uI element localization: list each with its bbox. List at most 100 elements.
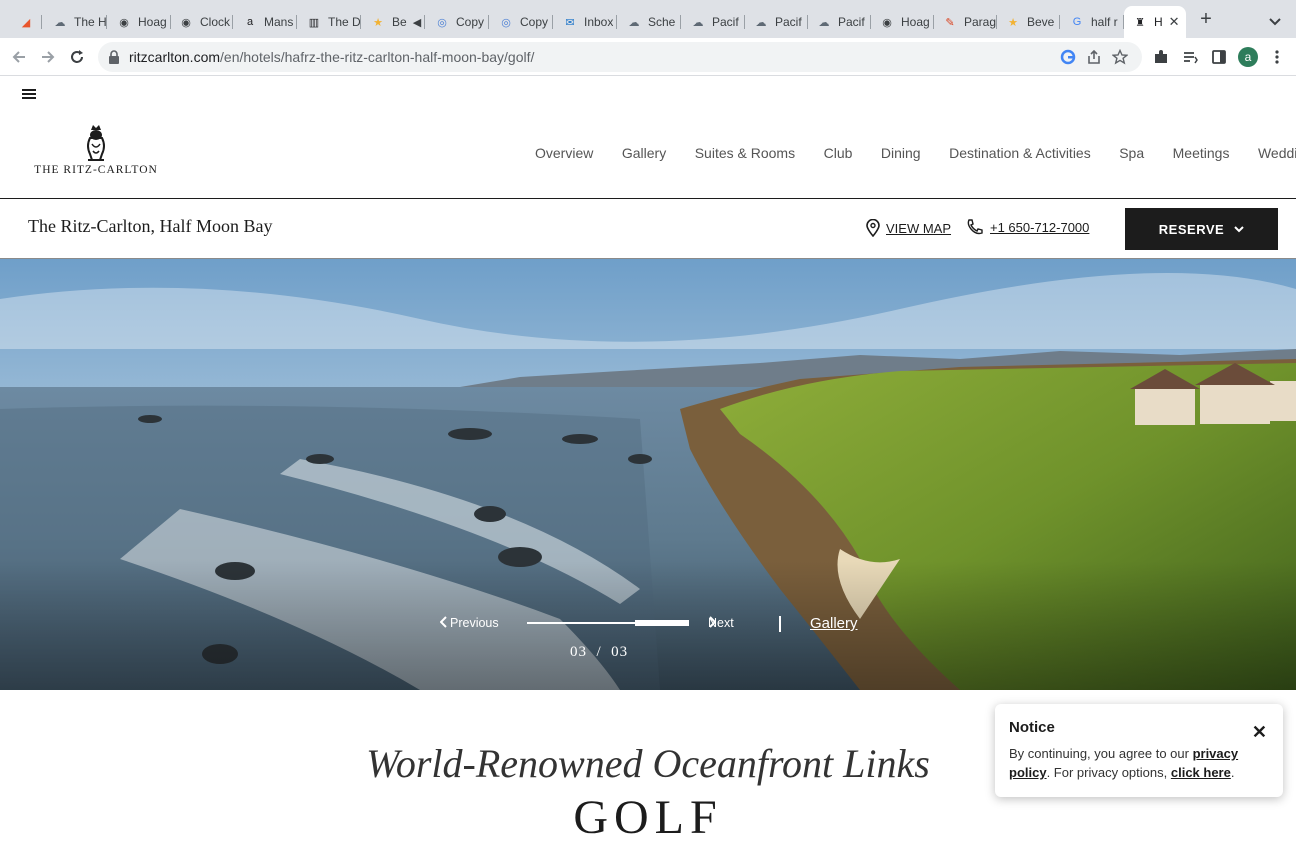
cloud-icon: ☁ (54, 16, 66, 29)
phone-link[interactable]: +1 650-712-7000 (966, 219, 1089, 235)
map-pin-icon (866, 219, 880, 237)
nav-item[interactable]: Weddings (1258, 145, 1296, 161)
nav-item[interactable]: Gallery (622, 145, 666, 161)
hamburger-menu-icon[interactable] (22, 89, 36, 101)
globe-icon: ◉ (119, 16, 129, 29)
carousel-divider (779, 616, 781, 632)
browser-tab[interactable]: ☁ Pacif (808, 6, 871, 38)
back-icon[interactable] (9, 47, 29, 67)
tab-search-icon[interactable] (1266, 12, 1284, 30)
globe-icon: ◉ (181, 16, 191, 29)
amazon-icon: a (246, 16, 254, 28)
hotel-name: The Ritz-Carlton, Half Moon Bay (28, 216, 273, 236)
nav-item[interactable]: Dining (881, 145, 921, 161)
browser-toolbar: ritzcarlton.com/en/hotels/hafrz-the-ritz… (0, 38, 1296, 76)
address-bar[interactable]: ritzcarlton.com/en/hotels/hafrz-the-ritz… (98, 42, 1142, 72)
browser-tab[interactable]: ◎ Copy (426, 6, 489, 38)
privacy-options-link[interactable]: click here (1171, 765, 1231, 780)
main-navigation: Overview Gallery Suites & Rooms Club Dining D… (535, 145, 1296, 161)
nav-item[interactable]: Suites & Rooms (695, 145, 795, 161)
tab-title: Mans (264, 15, 294, 29)
close-icon[interactable]: ✕ (1252, 722, 1267, 743)
notice-text-prefix: By continuing, you agree to our (1009, 746, 1193, 761)
chevron-right-icon (709, 616, 716, 628)
browser-tab[interactable]: ☁ The H (44, 6, 107, 38)
reserve-button[interactable]: RESERVE (1125, 208, 1278, 250)
view-map-link[interactable]: VIEW MAP (866, 219, 951, 237)
tab-title: Pacif (712, 15, 739, 29)
tab-title: Copy (520, 15, 549, 29)
nav-item[interactable]: Spa (1119, 145, 1144, 161)
browser-tab[interactable]: ◉ Clock (170, 6, 233, 38)
browser-tab[interactable]: ✉ Inbox (554, 6, 617, 38)
browser-menu-icon[interactable] (1267, 47, 1287, 67)
browser-tab-strip: ◢ ☁ The H ◉ Hoag ◉ Clock a Mans ▥ The D ★ Be ◀ ◎ Copy ◎ C… (0, 0, 1296, 38)
audio-playing-icon[interactable]: ◀ (413, 16, 421, 29)
gallery-link[interactable]: Gallery (810, 615, 858, 632)
browser-tab[interactable]: ♜ H ✕ (1124, 6, 1186, 38)
phone-icon (967, 219, 983, 235)
forward-icon[interactable] (38, 47, 58, 67)
bookmark-star-icon[interactable] (1112, 49, 1128, 65)
previous-label: Previous (450, 616, 499, 630)
tab-title: Parag (964, 15, 997, 29)
chevron-down-icon (1234, 226, 1244, 233)
google-lens-icon[interactable] (1060, 49, 1076, 65)
nav-item[interactable]: Club (824, 145, 853, 161)
tab-title: Inbox (584, 15, 614, 29)
slide-counter: 03 / 03 (570, 644, 629, 660)
ritz-lion-crest-icon (87, 125, 105, 161)
browser-tab[interactable]: ☁ Pacif (745, 6, 808, 38)
notice-text-suffix: . (1230, 765, 1235, 780)
pen-icon: ✎ (945, 16, 955, 29)
phone-number: +1 650-712-7000 (990, 219, 1090, 235)
google-icon: G (1072, 16, 1082, 28)
star-icon: ★ (373, 16, 383, 29)
tab-title: H (1154, 15, 1163, 29)
tab-title: Copy (456, 15, 485, 29)
browser-tab[interactable]: ★ Be ◀ (362, 6, 425, 38)
profile-avatar[interactable]: a (1238, 47, 1258, 67)
new-tab-button[interactable]: + (1196, 9, 1216, 30)
chatgpt-icon: ◎ (437, 16, 447, 29)
cloud-icon: ☁ (755, 16, 767, 29)
reserve-label: RESERVE (1158, 221, 1225, 237)
browser-tab[interactable]: Ghalf r (1061, 6, 1124, 38)
notice-body: By continuing, you agree to our privacy … (1009, 744, 1269, 782)
nav-item[interactable]: Meetings (1173, 145, 1230, 161)
star-icon: ★ (1008, 16, 1018, 29)
tab-title: half r (1091, 15, 1118, 29)
nav-item[interactable]: Overview (535, 145, 593, 161)
browser-tab[interactable]: ★ Beve (997, 6, 1060, 38)
ritz-carlton-logo[interactable]: THE RITZ-CARLTON (26, 124, 166, 186)
browser-tab[interactable]: ✎ Parag (934, 6, 997, 38)
previous-button[interactable]: Previous (440, 616, 499, 630)
url-host: ritzcarlton.com (129, 49, 221, 65)
browser-tab[interactable]: ◉ Hoag (871, 6, 934, 38)
reading-list-icon[interactable] (1180, 47, 1200, 67)
extensions-icon[interactable] (1151, 47, 1171, 67)
view-map-label: VIEW MAP (886, 220, 952, 236)
next-button[interactable]: Next (708, 616, 744, 630)
cloud-icon: ☁ (818, 16, 830, 29)
browser-tab[interactable]: ☁ Sche (618, 6, 681, 38)
browser-tab[interactable]: ◉ Hoag (108, 6, 171, 38)
reload-icon[interactable] (67, 47, 87, 67)
hotel-bar: The Ritz-Carlton, Half Moon Bay VIEW MAP… (0, 199, 1296, 259)
ritz-lion-icon: ♜ (1135, 16, 1145, 29)
carousel-progress-fill (635, 620, 689, 626)
side-panel-icon[interactable] (1209, 47, 1229, 67)
figma-icon: ◢ (21, 16, 31, 29)
globe-icon: ◉ (882, 16, 892, 29)
close-tab-icon[interactable]: ✕ (1169, 14, 1180, 30)
browser-tab[interactable]: ▥ The D (298, 6, 361, 38)
share-icon[interactable] (1086, 49, 1102, 65)
chatgpt-icon: ◎ (501, 16, 511, 29)
tab-title: Clock (200, 15, 231, 29)
browser-tab[interactable]: ☁ Pacif (682, 6, 745, 38)
tab-title: Hoag (901, 15, 930, 29)
browser-tab[interactable]: ◎ Copy (490, 6, 553, 38)
browser-tab[interactable]: a Mans (234, 6, 297, 38)
browser-tab[interactable]: ◢ (10, 6, 42, 38)
nav-item[interactable]: Destination & Activities (949, 145, 1091, 161)
